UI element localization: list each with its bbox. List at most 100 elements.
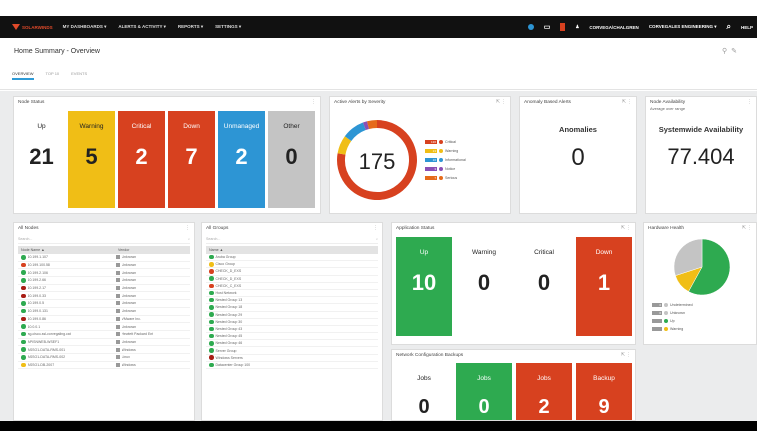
widget-actions-icon[interactable]: ⇱ ⋮ xyxy=(496,100,506,106)
node-name[interactable]: APISNWEB-WSEF1 xyxy=(28,340,116,344)
group-name[interactable]: Nested Group 43 xyxy=(216,327,243,331)
group-row[interactable]: Host Network xyxy=(206,290,378,298)
group-row[interactable]: Nested Group 30 xyxy=(206,319,378,326)
hw-legend-row[interactable]: Up xyxy=(652,317,693,325)
nav-alerts-activity[interactable]: ALERTS & ACTIVITY ▾ xyxy=(118,24,166,30)
nav-my-dashboards[interactable]: MY DASHBOARDS ▾ xyxy=(63,24,107,30)
widget-actions-icon[interactable]: ⇱ ⋮ xyxy=(621,353,631,359)
group-row[interactable]: CHECK_D_EXS xyxy=(206,268,378,276)
group-name[interactable]: Windows Servers xyxy=(216,356,243,360)
more-menu-icon[interactable]: ⋮ xyxy=(311,100,316,106)
app-status-tile-warning[interactable]: Warning 0 xyxy=(456,237,512,336)
alerts-slice-serious[interactable] xyxy=(367,120,378,130)
node-name[interactable]: 10.199.2.17 xyxy=(28,286,116,290)
widget-actions-icon[interactable]: ⇱ ⋮ xyxy=(622,100,632,106)
widget-actions-icon[interactable]: ⇱ ⋮ xyxy=(621,226,631,232)
hw-legend-row[interactable]: Warning xyxy=(652,325,693,333)
node-name[interactable]: 10.199.0.131 xyxy=(28,309,116,313)
group-name[interactable]: Cisco Group xyxy=(216,262,235,266)
node-name[interactable]: 10.199.100.58 xyxy=(28,263,116,267)
ncm-tile-jobs[interactable]: Jobs 2 xyxy=(516,363,572,420)
node-row[interactable]: 10.199.100.58 Unknown xyxy=(18,262,190,270)
alerts-legend-row[interactable]: 16 Informational xyxy=(425,155,466,164)
hw-legend-row[interactable]: 0 Unknown xyxy=(652,309,693,317)
app-status-tile-down[interactable]: Down 1 xyxy=(576,237,632,336)
nav-reports[interactable]: REPORTS ▾ xyxy=(178,24,203,30)
alerts-legend-row[interactable]: 7 Serious xyxy=(425,173,466,182)
group-name[interactable]: Nested Group 29 xyxy=(216,313,243,317)
group-name[interactable]: Datacenter Group 100 xyxy=(216,363,251,367)
group-row[interactable]: CHECK_D_EXS xyxy=(206,276,378,283)
group-name[interactable]: CHECK_D_EXS xyxy=(216,269,242,273)
group-name[interactable]: Nested Group 30 xyxy=(216,320,243,324)
groups-search-input[interactable]: Search... ⌕ xyxy=(206,235,378,244)
node-row[interactable]: ASSO1-DATA-RMS-001 Windows xyxy=(18,346,190,354)
node-name[interactable]: 10.199.1.107 xyxy=(28,255,116,259)
group-row[interactable]: CHECK_C_EXS xyxy=(206,283,378,290)
node-row[interactable]: 10.199.0.33 Unknown xyxy=(18,292,190,301)
node-row[interactable]: 10.199.1.107 Unknown xyxy=(18,254,190,262)
node-name[interactable]: 10.199.0.33 xyxy=(28,294,116,298)
group-row[interactable]: Nested Group 18 xyxy=(206,304,378,312)
status-indicator-icon[interactable] xyxy=(527,24,534,30)
node-row[interactable]: 10.199.0.86 VMware Inc. xyxy=(18,316,190,324)
node-row[interactable]: 10.0.0.1 Unknown xyxy=(18,323,190,331)
alerts-legend-row[interactable]: 136 Critical xyxy=(425,137,466,146)
node-status-tile-warning[interactable]: Warning 5 xyxy=(68,111,115,208)
node-status-tile-other[interactable]: Other 0 xyxy=(268,111,315,208)
help-link[interactable]: HELP xyxy=(741,25,753,30)
alerts-legend-row[interactable]: 3 Notice xyxy=(425,164,466,173)
column-name[interactable]: Name ▲ xyxy=(206,248,223,252)
alert-bell-icon[interactable] xyxy=(560,23,566,31)
nav-settings[interactable]: SETTINGS ▾ xyxy=(215,24,241,30)
ncm-tile-jobs[interactable]: Jobs 0 xyxy=(396,363,452,420)
node-row[interactable]: 10.199.0.5 Unknown xyxy=(18,300,190,308)
tab-overview[interactable]: OVERVIEW xyxy=(12,71,34,80)
node-row[interactable]: 10.199.2.66 Unknown xyxy=(18,277,190,285)
hw-legend-row[interactable]: 0 Undetermined xyxy=(652,301,693,309)
app-status-tile-critical[interactable]: Critical 0 xyxy=(516,237,572,336)
app-status-tile-up[interactable]: Up 10 xyxy=(396,237,452,336)
alerts-slice-informational[interactable] xyxy=(344,122,366,142)
more-menu-icon[interactable]: ⋮ xyxy=(185,226,190,232)
column-vendor[interactable]: Vendor xyxy=(118,248,129,252)
ncm-tile-backup[interactable]: Backup 9 xyxy=(576,363,632,420)
tab-events[interactable]: EVENTS xyxy=(71,71,87,80)
group-name[interactable]: Aruba Group xyxy=(216,255,236,259)
group-name[interactable]: Nested Group 45 xyxy=(216,334,243,338)
hardware-health-pie-chart[interactable] xyxy=(672,237,732,297)
nodes-search-input[interactable]: Search... ⌕ xyxy=(18,235,190,244)
group-name[interactable]: CHECK_C_EXS xyxy=(216,284,242,288)
more-menu-icon[interactable]: ⋮ xyxy=(747,100,752,106)
node-row[interactable]: 10.199.2.106 Unknown xyxy=(18,269,190,278)
node-row[interactable]: ASSO1-DB-2007 Windows xyxy=(18,362,190,370)
alerts-slice-notice[interactable] xyxy=(362,121,370,131)
group-row[interactable]: Nested Group 29 xyxy=(206,312,378,319)
ncm-tile-jobs[interactable]: Jobs 0 xyxy=(456,363,512,420)
group-name[interactable]: Server Group xyxy=(216,349,237,353)
group-row[interactable]: Nested Group 46 xyxy=(206,340,378,348)
org-name[interactable]: CORVEGALES ENGINEERING ▾ xyxy=(649,24,717,30)
node-name[interactable]: 10.199.2.106 xyxy=(28,271,116,275)
brand-logo[interactable]: SOLARWINDS xyxy=(12,24,53,30)
node-row[interactable]: 10.199.2.17 Unknown xyxy=(18,285,190,293)
node-name[interactable]: 10.199.2.66 xyxy=(28,278,116,282)
group-row[interactable]: Nested Group 45 xyxy=(206,333,378,341)
group-name[interactable]: Nested Group 46 xyxy=(216,341,243,345)
group-row[interactable]: Aruba Group xyxy=(206,254,378,262)
node-row[interactable]: 10.199.0.131 Unknown xyxy=(18,308,190,316)
group-row[interactable]: Server Group xyxy=(206,347,378,355)
search-icon[interactable]: ⌕ xyxy=(727,22,731,32)
node-name[interactable]: 10.199.0.86 xyxy=(28,317,116,321)
column-node-name[interactable]: Node Name ▲ xyxy=(18,248,118,252)
more-menu-icon[interactable]: ⋮ xyxy=(373,226,378,232)
group-row[interactable]: Datacenter Group 100 xyxy=(206,362,378,369)
group-name[interactable]: CHECK_D_EXS xyxy=(216,277,242,281)
group-row[interactable]: Nested Group 13 xyxy=(206,297,378,305)
group-name[interactable]: Host Network xyxy=(216,291,237,295)
node-name[interactable]: 10.0.0.1 xyxy=(28,325,116,329)
edit-icon[interactable]: ✎ xyxy=(731,48,741,55)
node-status-tile-critical[interactable]: Critical 2 xyxy=(118,111,165,208)
node-status-tile-up[interactable]: Up 21 xyxy=(18,111,65,208)
node-name[interactable]: 10.199.0.5 xyxy=(28,301,116,305)
